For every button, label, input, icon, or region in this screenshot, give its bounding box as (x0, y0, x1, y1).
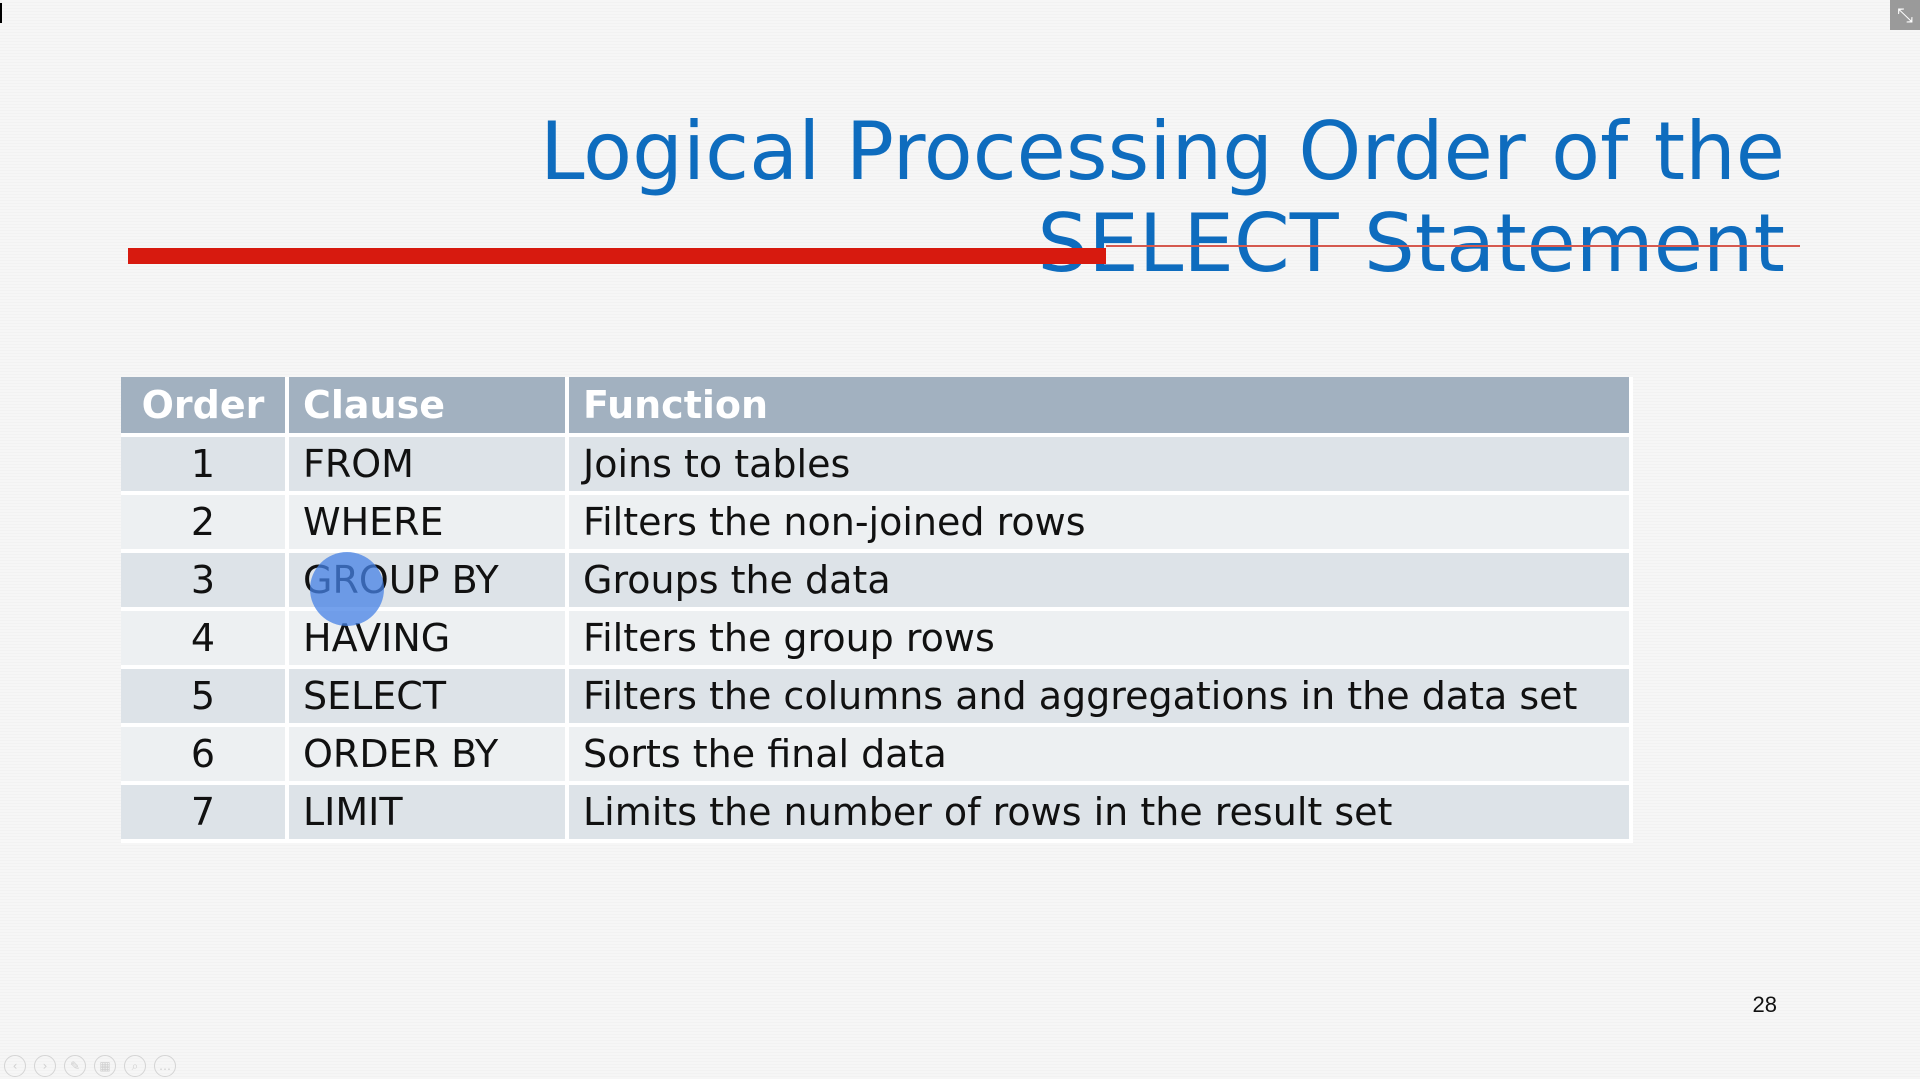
more-icon[interactable]: … (154, 1055, 176, 1077)
title-line-1: Logical Processing Order of the (540, 104, 1785, 198)
cell-function: Groups the data (569, 553, 1633, 611)
cell-clause: WHERE (289, 495, 569, 553)
cell-clause: LIMIT (289, 785, 569, 843)
title-line-2: SELECT Statement (1037, 196, 1785, 290)
cell-function: Sorts the final data (569, 727, 1633, 785)
cell-order: 4 (121, 611, 289, 669)
table-row: 5 SELECT Filters the columns and aggrega… (121, 669, 1633, 727)
cell-function: Filters the non-joined rows (569, 495, 1633, 553)
cell-order: 5 (121, 669, 289, 727)
header-order: Order (121, 377, 289, 437)
cell-function: Filters the group rows (569, 611, 1633, 669)
table-header-row: Order Clause Function (121, 377, 1633, 437)
zoom-icon[interactable]: ⌕ (124, 1055, 146, 1077)
cell-order: 3 (121, 553, 289, 611)
cell-function: Joins to tables (569, 437, 1633, 495)
cell-order: 1 (121, 437, 289, 495)
text-caret (0, 3, 2, 23)
table-row: 7 LIMIT Limits the number of rows in the… (121, 785, 1633, 843)
slideshow-nav-toolbar: ‹ › ✎ ▦ ⌕ … (4, 1055, 176, 1077)
prev-icon[interactable]: ‹ (4, 1055, 26, 1077)
cell-order: 6 (121, 727, 289, 785)
title-underline-thin (1106, 245, 1800, 247)
header-clause: Clause (289, 377, 569, 437)
cell-clause: SELECT (289, 669, 569, 727)
page-number: 28 (1752, 992, 1777, 1017)
table-row: 1 FROM Joins to tables (121, 437, 1633, 495)
cell-order: 2 (121, 495, 289, 553)
laser-pointer-highlight (310, 552, 384, 626)
table-row: 2 WHERE Filters the non-joined rows (121, 495, 1633, 553)
header-function: Function (569, 377, 1633, 437)
cell-function: Limits the number of rows in the result … (569, 785, 1633, 843)
next-icon[interactable]: › (34, 1055, 56, 1077)
slide: ⤡ Logical Processing Order of the SELECT… (0, 0, 1920, 1079)
title-underline-thick (128, 248, 1106, 264)
pen-icon[interactable]: ✎ (64, 1055, 86, 1077)
table-row: 6 ORDER BY Sorts the final data (121, 727, 1633, 785)
exit-fullscreen-icon[interactable]: ⤡ (1890, 0, 1920, 30)
cell-order: 7 (121, 785, 289, 843)
cell-function: Filters the columns and aggregations in … (569, 669, 1633, 727)
cell-clause: ORDER BY (289, 727, 569, 785)
slides-icon[interactable]: ▦ (94, 1055, 116, 1077)
cell-clause: FROM (289, 437, 569, 495)
